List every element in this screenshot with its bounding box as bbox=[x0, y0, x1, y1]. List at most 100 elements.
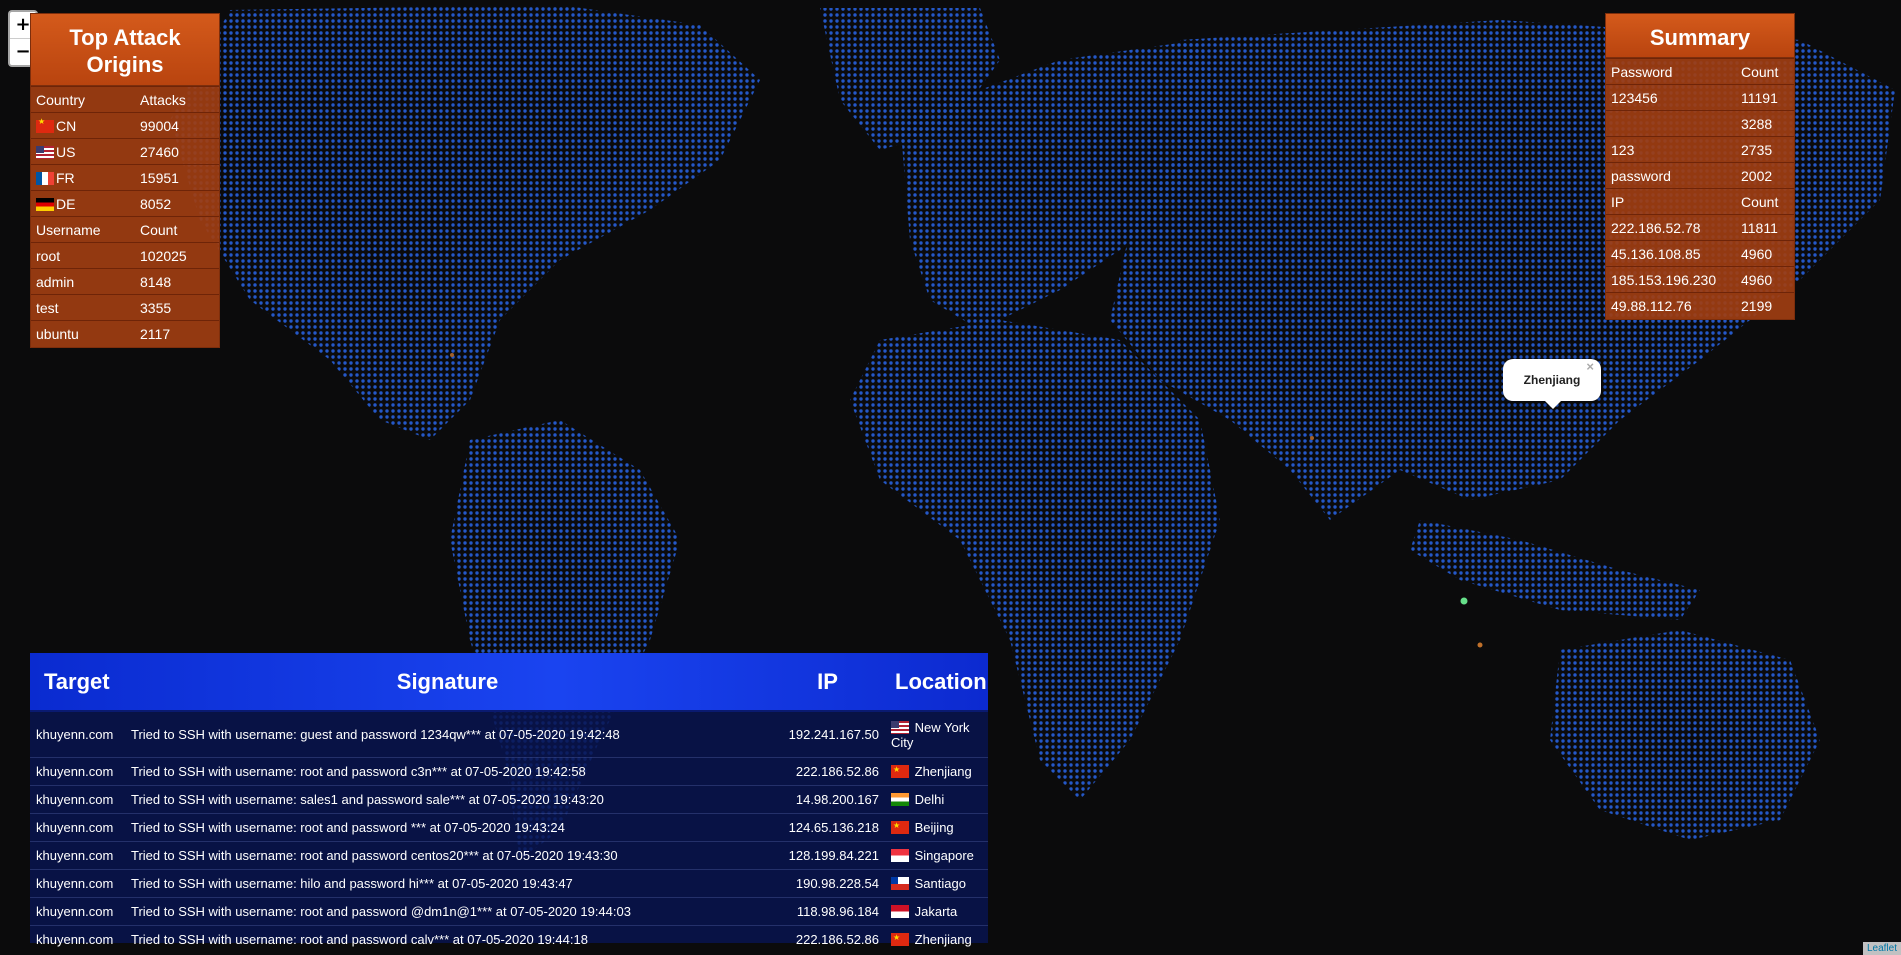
column-header: Password bbox=[1606, 58, 1736, 85]
log-signature: Tried to SSH with username: root and pas… bbox=[131, 764, 586, 779]
username: root bbox=[31, 242, 135, 269]
table-row: 49.88.112.76 2199 bbox=[1606, 292, 1794, 319]
table-row: DE 8052 bbox=[31, 190, 219, 217]
log-target: khuyenn.com bbox=[36, 876, 114, 891]
table-header-row: IP Count bbox=[1606, 188, 1794, 215]
log-location: Zhenjiang bbox=[914, 764, 972, 779]
country-code: US bbox=[56, 143, 76, 160]
log-target: khuyenn.com bbox=[36, 932, 114, 947]
popup-location-label: Zhenjiang bbox=[1523, 373, 1581, 387]
password-count: 3288 bbox=[1736, 110, 1794, 137]
log-ip: 190.98.228.54 bbox=[795, 876, 879, 891]
ip-count: 4960 bbox=[1736, 240, 1794, 267]
country-code: DE bbox=[56, 195, 76, 212]
column-header: Username bbox=[31, 216, 135, 243]
attack-log-header: Target Signature IP Location bbox=[30, 653, 988, 712]
log-ip: 222.186.52.86 bbox=[795, 764, 879, 779]
france-flag-icon bbox=[36, 171, 54, 185]
log-signature: Tried to SSH with username: root and pas… bbox=[131, 848, 618, 863]
popup-close-button[interactable]: × bbox=[1586, 346, 1594, 388]
ip-count: 11811 bbox=[1736, 214, 1794, 241]
us-flag-icon bbox=[891, 720, 909, 734]
log-ip: 222.186.52.86 bbox=[795, 932, 879, 947]
log-target: khuyenn.com bbox=[36, 792, 114, 807]
germany-flag-icon bbox=[36, 197, 54, 211]
username: admin bbox=[31, 268, 135, 295]
table-row: 123456 11191 bbox=[1606, 84, 1794, 111]
log-target: khuyenn.com bbox=[36, 904, 114, 919]
log-location: Singapore bbox=[914, 848, 974, 863]
username-count: 8148 bbox=[135, 268, 219, 295]
attack-count: 27460 bbox=[135, 138, 219, 165]
log-ip: 192.241.167.50 bbox=[788, 727, 879, 742]
log-location: Santiago bbox=[914, 876, 966, 891]
china-flag-icon bbox=[891, 762, 909, 778]
table-row: 123 2735 bbox=[1606, 136, 1794, 163]
column-header: Count bbox=[1736, 58, 1794, 85]
log-signature: Tried to SSH with username: root and pas… bbox=[131, 904, 631, 919]
ip-value: 222.186.52.78 bbox=[1606, 214, 1736, 241]
table-row: ubuntu 2117 bbox=[31, 320, 219, 347]
table-row: 222.186.52.78 11811 bbox=[1606, 214, 1794, 241]
password-value: 123456 bbox=[1606, 84, 1736, 111]
password-count: 2735 bbox=[1736, 136, 1794, 163]
attack-count: 99004 bbox=[135, 112, 219, 139]
log-row: khuyenn.com Tried to SSH with username: … bbox=[30, 785, 988, 813]
table-header-row: Username Count bbox=[31, 216, 219, 243]
log-target: khuyenn.com bbox=[36, 764, 114, 779]
username-count: 102025 bbox=[135, 242, 219, 269]
log-signature: Tried to SSH with username: guest and pa… bbox=[131, 727, 620, 742]
table-header-row: Password Count bbox=[1606, 58, 1794, 85]
username-count: 3355 bbox=[135, 294, 219, 321]
log-row: khuyenn.com Tried to SSH with username: … bbox=[30, 869, 988, 897]
log-location: Jakarta bbox=[914, 904, 958, 919]
table-row: test 3355 bbox=[31, 294, 219, 321]
log-ip: 124.65.136.218 bbox=[788, 820, 879, 835]
password-count: 2002 bbox=[1736, 162, 1794, 189]
table-row: admin 8148 bbox=[31, 268, 219, 295]
log-row: khuyenn.com Tried to SSH with username: … bbox=[30, 897, 988, 925]
log-target: khuyenn.com bbox=[36, 727, 114, 742]
ip-count: 4960 bbox=[1736, 266, 1794, 293]
country-code: CN bbox=[56, 117, 77, 134]
column-header: Count bbox=[135, 216, 219, 243]
log-ip: 118.98.96.184 bbox=[796, 904, 879, 919]
log-row: khuyenn.com Tried to SSH with username: … bbox=[30, 712, 988, 757]
us-flag-icon bbox=[36, 145, 54, 159]
table-row: FR 15951 bbox=[31, 164, 219, 191]
column-header-ip: IP bbox=[817, 668, 838, 694]
table-row: 3288 bbox=[1606, 110, 1794, 137]
column-header-signature: Signature bbox=[396, 668, 499, 694]
table-header-row: Country Attacks bbox=[31, 86, 219, 113]
table-row: password 2002 bbox=[1606, 162, 1794, 189]
singapore-flag-icon bbox=[891, 849, 909, 862]
attack-count: 8052 bbox=[135, 190, 219, 217]
username: ubuntu bbox=[31, 320, 135, 347]
log-location: Zhenjiang bbox=[914, 932, 972, 947]
ip-value: 185.153.196.230 bbox=[1606, 266, 1736, 293]
log-row: khuyenn.com Tried to SSH with username: … bbox=[30, 925, 988, 953]
column-header-target: Target bbox=[44, 668, 110, 694]
table-row: CN 99004 bbox=[31, 112, 219, 139]
log-target: khuyenn.com bbox=[36, 848, 114, 863]
password-value bbox=[1606, 110, 1736, 137]
log-row: khuyenn.com Tried to SSH with username: … bbox=[30, 757, 988, 785]
column-header: Count bbox=[1736, 188, 1794, 215]
password-count: 11191 bbox=[1736, 84, 1794, 111]
password-value: password bbox=[1606, 162, 1736, 189]
india-flag-icon bbox=[891, 793, 909, 806]
log-ip: 14.98.200.167 bbox=[795, 792, 879, 807]
panel-title: Top Attack Origins bbox=[31, 14, 219, 86]
china-flag-icon bbox=[891, 930, 909, 946]
china-flag-icon bbox=[36, 117, 54, 133]
attack-count: 15951 bbox=[135, 164, 219, 191]
table-row: root 102025 bbox=[31, 242, 219, 269]
ip-value: 45.136.108.85 bbox=[1606, 240, 1736, 267]
leaflet-attribution-link[interactable]: Leaflet bbox=[1862, 942, 1901, 955]
attack-log-table: Target Signature IP Location khuyenn.com… bbox=[30, 653, 988, 947]
panel-title: Summary bbox=[1606, 14, 1794, 58]
column-header-location: Location bbox=[895, 669, 987, 694]
log-location: Beijing bbox=[914, 820, 954, 835]
popup-tip bbox=[1544, 400, 1562, 409]
log-signature: Tried to SSH with username: hilo and pas… bbox=[131, 876, 573, 891]
